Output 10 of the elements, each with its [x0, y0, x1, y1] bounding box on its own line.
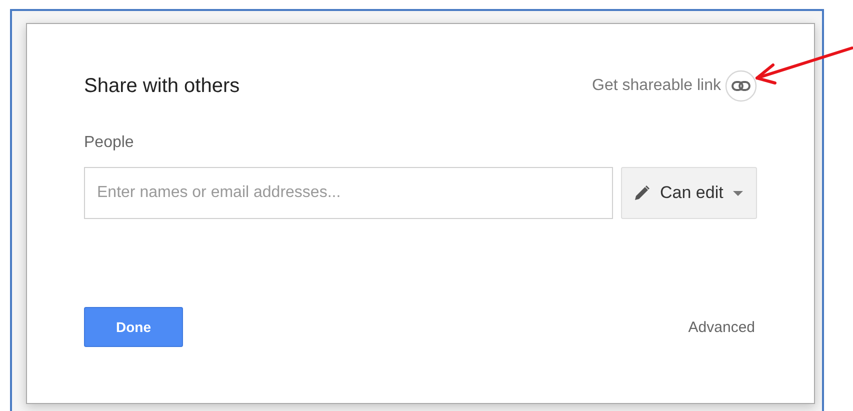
people-label: People	[84, 134, 135, 152]
people-input-field[interactable]: Enter names or email addresses...	[84, 167, 613, 219]
caret-icon	[733, 190, 744, 196]
pencil-icon	[634, 185, 650, 201]
permission-dropdown[interactable]: Can edit	[621, 167, 757, 219]
shareable-link[interactable]: Get shareable link	[592, 77, 721, 95]
done-button[interactable]: Done	[84, 307, 183, 347]
link-icon[interactable]	[725, 70, 757, 102]
advanced-link[interactable]: Advanced	[688, 318, 755, 336]
dialog-title: Share with others	[84, 74, 240, 98]
